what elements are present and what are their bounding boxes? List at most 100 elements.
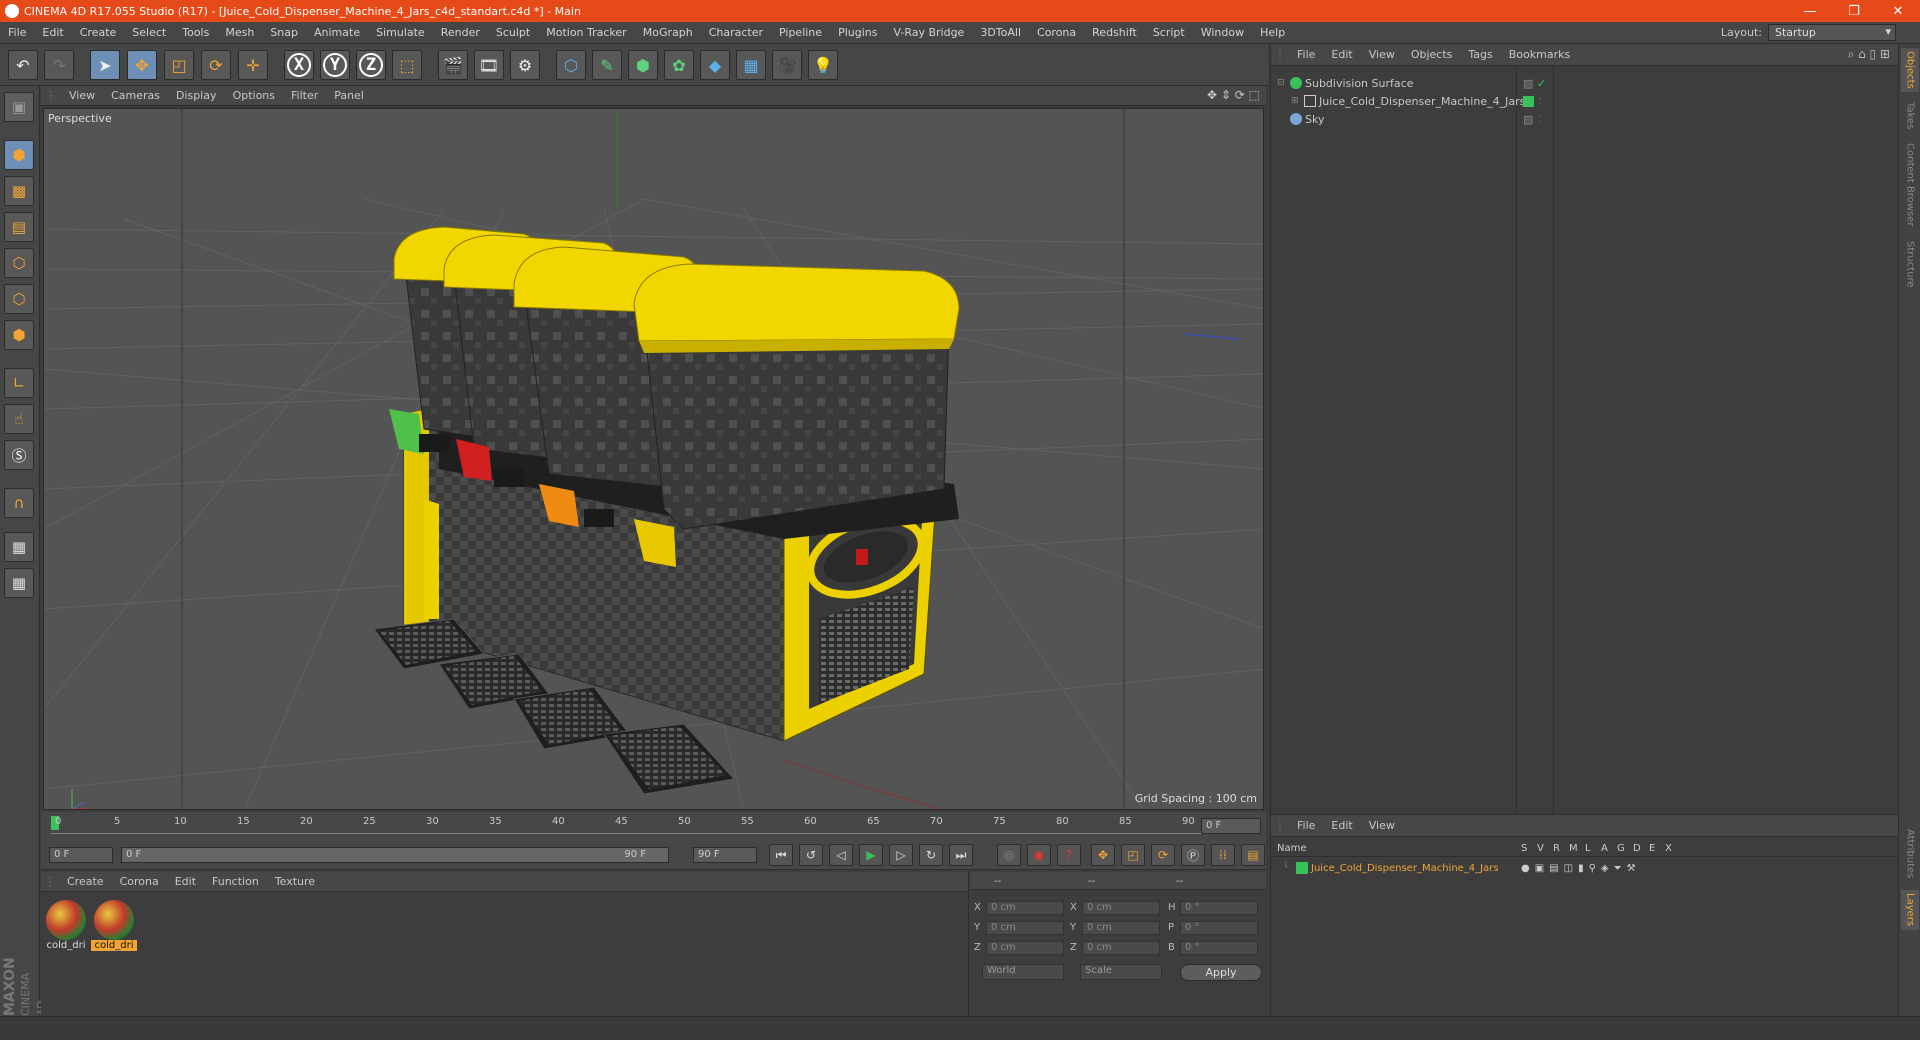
key-pla-icon[interactable]: ⁞⁞ — [1211, 844, 1235, 866]
object-menu-view[interactable]: View — [1361, 48, 1403, 61]
editor-visibility-icon[interactable]: ▨ — [1523, 113, 1533, 126]
viewport-menu-display[interactable]: Display — [168, 89, 225, 102]
material-menu-edit[interactable]: Edit — [167, 875, 204, 888]
tab-layers[interactable]: Layers — [1901, 890, 1919, 930]
menu-motion-tracker[interactable]: Motion Tracker — [538, 26, 634, 39]
menu-window[interactable]: Window — [1193, 26, 1252, 39]
menu-script[interactable]: Script — [1145, 26, 1193, 39]
axis-mode-icon[interactable]: ∟ — [4, 368, 34, 398]
render-view-icon[interactable]: 🎬 — [438, 50, 468, 80]
key-scale-icon[interactable]: ◰ — [1121, 844, 1145, 866]
record-keys-icon[interactable]: ◎ — [997, 844, 1021, 866]
edges-mode-icon[interactable]: ⬡ — [4, 284, 34, 314]
viewport-menu-panel[interactable]: Panel — [326, 89, 372, 102]
material-menu-texture[interactable]: Texture — [267, 875, 323, 888]
size-mode-dropdown[interactable]: Scale — [1080, 964, 1162, 980]
x-axis-lock-icon[interactable]: X — [284, 50, 314, 80]
menu-simulate[interactable]: Simulate — [368, 26, 433, 39]
object-row-sky[interactable]: Sky ▨ ⁚ — [1271, 110, 1899, 128]
viewport-menu-options[interactable]: Options — [225, 89, 283, 102]
menu-pipeline[interactable]: Pipeline — [771, 26, 830, 39]
render-settings-icon[interactable]: ⚙ — [510, 50, 540, 80]
menu-render[interactable]: Render — [433, 26, 488, 39]
menu-redshift[interactable]: Redshift — [1084, 26, 1145, 39]
material-menu-corona[interactable]: Corona — [112, 875, 167, 888]
key-parameter-icon[interactable]: Ⓟ — [1181, 844, 1205, 866]
minimize-icon[interactable]: — — [1788, 0, 1832, 22]
previous-key-icon[interactable]: ↺ — [799, 844, 823, 866]
rotation-p-field[interactable]: 0 ° — [1180, 921, 1258, 935]
workplane-mode-icon[interactable]: ▤ — [4, 212, 34, 242]
menu-help[interactable]: Help — [1252, 26, 1293, 39]
current-frame-field[interactable]: 0 F — [1201, 818, 1261, 834]
collapse-icon[interactable]: ⊟ — [1277, 78, 1287, 88]
object-panel-tools-icons[interactable]: ⌕ ⌂ ▯ ⊞ — [1848, 47, 1890, 62]
floor-object-icon[interactable]: ▦ — [736, 50, 766, 80]
snap-magnet-icon[interactable]: ∩ — [4, 488, 34, 518]
layer-color-tag-icon[interactable] — [1523, 95, 1534, 107]
tab-takes[interactable]: Takes — [1901, 96, 1919, 136]
menu-corona[interactable]: Corona — [1029, 26, 1084, 39]
position-y-field[interactable]: 0 cm — [986, 921, 1064, 935]
menu-sculpt[interactable]: Sculpt — [488, 26, 538, 39]
viewport-menu-view[interactable]: View — [61, 89, 103, 102]
tab-attributes[interactable]: Attributes — [1901, 824, 1919, 884]
layer-menu-edit[interactable]: Edit — [1323, 819, 1360, 832]
texture-mode-icon[interactable]: ▩ — [4, 176, 34, 206]
key-rotation-icon[interactable]: ⟳ — [1151, 844, 1175, 866]
tweak-mode-icon[interactable]: ☝ — [4, 404, 34, 434]
z-axis-lock-icon[interactable]: Z — [356, 50, 386, 80]
deformer-icon[interactable]: ◆ — [700, 50, 730, 80]
menu-character[interactable]: Character — [701, 26, 771, 39]
key-position-icon[interactable]: ✥ — [1091, 844, 1115, 866]
cube-object-icon[interactable]: ⬡ — [556, 50, 586, 80]
tab-content-browser[interactable]: Content Browser — [1901, 140, 1919, 230]
viewport-nav-icons[interactable]: ✥ ⇕ ⟳ ⬚ — [1207, 88, 1260, 102]
menu-tools[interactable]: Tools — [174, 26, 217, 39]
menu-mesh[interactable]: Mesh — [217, 26, 262, 39]
timeline-ruler[interactable]: 0 5 10 15 20 25 30 35 40 45 50 55 60 65 … — [41, 812, 1266, 840]
rotation-h-field[interactable]: 0 ° — [1180, 901, 1258, 915]
viewport-menu-filter[interactable]: Filter — [283, 89, 326, 102]
3d-viewport-canvas[interactable]: Perspective Grid Spacing : 100 cm — [43, 108, 1264, 810]
recent-tool-icon[interactable]: ✛ — [238, 50, 268, 80]
layer-menu-file[interactable]: File — [1289, 819, 1323, 832]
object-menu-tags[interactable]: Tags — [1460, 48, 1500, 61]
object-row-subdivision[interactable]: ⊟ Subdivision Surface ▨ ✓ — [1271, 74, 1899, 92]
close-icon[interactable]: ✕ — [1876, 0, 1920, 22]
frame-range-slider[interactable]: 0 F 90 F — [121, 847, 669, 863]
visibility-dots-icon[interactable]: ⁚ — [1539, 115, 1542, 124]
material-menu-function[interactable]: Function — [204, 875, 267, 888]
play-forward-icon[interactable]: ▶ — [859, 844, 883, 866]
make-editable-icon[interactable]: ▣ — [4, 92, 34, 122]
material-swatch-2[interactable]: cold_dri — [91, 898, 137, 956]
menu-animate[interactable]: Animate — [306, 26, 368, 39]
maximize-icon[interactable]: ❐ — [1832, 0, 1876, 22]
material-swatch-1[interactable]: cold_dri — [43, 898, 89, 956]
light-object-icon[interactable]: 💡 — [808, 50, 838, 80]
solo-mode-icon[interactable]: Ⓢ — [4, 440, 34, 470]
layer-toggle-icons[interactable]: ●▣▤◫▮⚲◈⏷⚒ — [1521, 863, 1641, 874]
scale-tool-icon[interactable]: ◰ — [164, 50, 194, 80]
planar-workplane-icon[interactable]: ▦ — [4, 568, 34, 598]
coordinate-mode-dropdown[interactable]: World — [982, 964, 1064, 980]
menu-vray-bridge[interactable]: V-Ray Bridge — [885, 26, 972, 39]
cloner-icon[interactable]: ✿ — [664, 50, 694, 80]
size-y-field[interactable]: 0 cm — [1082, 921, 1160, 935]
layout-dropdown[interactable]: Startup — [1768, 24, 1896, 41]
expand-icon[interactable]: ⊞ — [1291, 96, 1301, 106]
tab-objects[interactable]: Objects — [1901, 48, 1919, 92]
go-to-start-icon[interactable]: ⏮ — [769, 844, 793, 866]
camera-object-icon[interactable]: 🎥 — [772, 50, 802, 80]
size-z-field[interactable]: 0 cm — [1082, 941, 1160, 955]
rotate-tool-icon[interactable]: ⟳ — [201, 50, 231, 80]
workplane-lock-icon[interactable]: ▦ — [4, 532, 34, 562]
material-panel-handle-icon[interactable]: ⋮ — [41, 875, 59, 888]
points-mode-icon[interactable]: ⬡ — [4, 248, 34, 278]
model-mode-icon[interactable]: ⬢ — [4, 140, 34, 170]
y-axis-lock-icon[interactable]: Y — [320, 50, 350, 80]
apply-button[interactable]: Apply — [1180, 964, 1262, 981]
tab-structure[interactable]: Structure — [1901, 234, 1919, 294]
polygons-mode-icon[interactable]: ⬢ — [4, 320, 34, 350]
menu-snap[interactable]: Snap — [262, 26, 306, 39]
